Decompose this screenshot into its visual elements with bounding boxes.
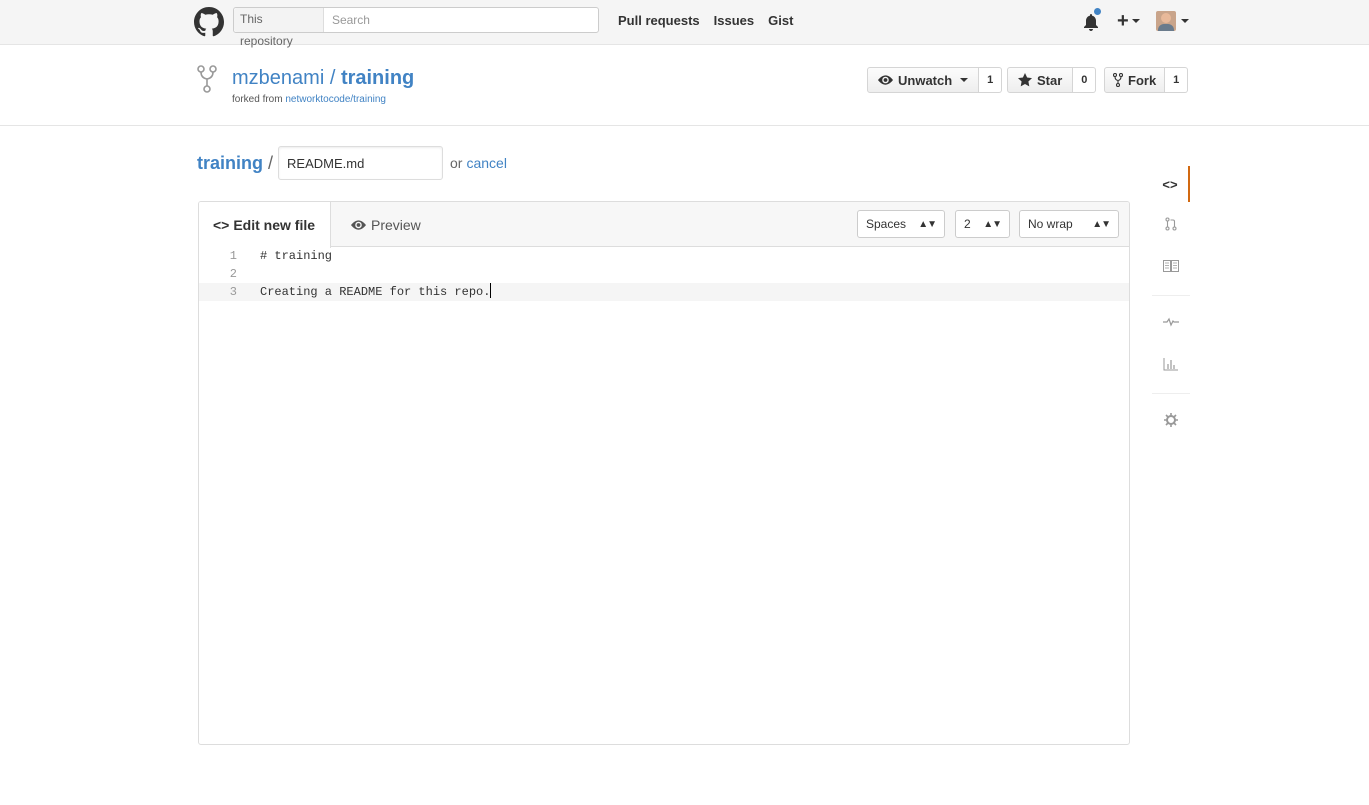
wrap-mode-value: No wrap: [1028, 217, 1073, 231]
unwatch-button[interactable]: Unwatch: [867, 67, 980, 93]
sidebar-item-settings[interactable]: [1152, 402, 1190, 438]
star-label: Star: [1037, 72, 1063, 88]
text-cursor: [490, 283, 492, 298]
forked-from-prefix: forked from: [232, 94, 286, 105]
create-new-dropdown[interactable]: +: [1117, 10, 1140, 33]
repo-title: mzbenami / training: [232, 67, 414, 90]
code-icon: <>: [212, 217, 230, 233]
notification-unread-dot: [1093, 7, 1102, 16]
repo-header: mzbenami / training forked from networkt…: [0, 45, 1369, 126]
user-menu[interactable]: [1140, 11, 1189, 31]
top-nav: Pull requests Issues Gist: [618, 13, 793, 28]
select-arrows-icon: ▲▼: [1092, 218, 1111, 230]
unwatch-label: Unwatch: [898, 72, 953, 88]
indent-size-value: 2: [964, 217, 971, 231]
select-arrows-icon: ▲▼: [983, 218, 1002, 230]
tab-edit-new-file[interactable]: <> Edit new file: [199, 202, 331, 248]
nav-gist[interactable]: Gist: [768, 13, 793, 28]
graphs-icon: [1163, 358, 1178, 371]
watch-count[interactable]: 1: [979, 67, 1003, 93]
star-button[interactable]: Star: [1007, 67, 1074, 93]
fork-icon: [1113, 73, 1123, 87]
repo-title-separator: /: [324, 67, 341, 89]
indent-mode-value: Spaces: [866, 217, 907, 231]
repo-owner-link[interactable]: mzbenami: [232, 67, 324, 89]
sidebar-item-wiki[interactable]: [1152, 248, 1190, 284]
pull-request-icon: [1165, 217, 1177, 231]
settings-icon: [1164, 413, 1178, 427]
breadcrumb-separator: /: [268, 152, 274, 173]
tab-edit-label: Edit new file: [233, 217, 316, 233]
sidebar-divider: [1152, 295, 1190, 296]
plus-icon: +: [1117, 9, 1129, 32]
sidebar-item-graphs[interactable]: [1152, 346, 1190, 382]
breadcrumb-repo-link[interactable]: training: [197, 153, 263, 174]
tab-preview-label: Preview: [371, 216, 421, 233]
site-header: This repository Pull requests Issues Gis…: [0, 0, 1369, 48]
line-number: 3: [229, 285, 237, 299]
search-box[interactable]: This repository: [233, 7, 599, 48]
eye-icon: [351, 219, 366, 230]
indent-mode-select[interactable]: Spaces ▲▼: [857, 210, 945, 238]
tab-preview[interactable]: Preview: [351, 202, 421, 247]
line-text: # training: [260, 249, 333, 263]
watch-button-group: Unwatch 1: [867, 67, 1003, 93]
line-text-wrapper: Creating a README for this repo.: [260, 283, 492, 301]
code-line-current[interactable]: 3 Creating a README for this repo.: [199, 283, 1129, 301]
forked-from-link[interactable]: networktocode/training: [285, 94, 386, 105]
repo-name-link[interactable]: training: [341, 67, 414, 89]
repo-forked-icon: [197, 65, 217, 93]
avatar: [1155, 11, 1176, 31]
github-logo-icon[interactable]: [194, 7, 224, 37]
sidebar-item-code[interactable]: <>: [1152, 166, 1190, 202]
star-count[interactable]: 0: [1073, 67, 1097, 93]
file-breadcrumb: training / or cancel: [197, 146, 507, 180]
sidebar-divider: [1152, 393, 1190, 394]
header-right: +: [1081, 6, 1189, 36]
search-scope-label: This repository: [234, 8, 324, 48]
wrap-mode-select[interactable]: No wrap ▲▼: [1019, 210, 1119, 238]
code-line[interactable]: 2: [199, 265, 1129, 283]
sidebar-item-pull-requests[interactable]: [1152, 206, 1190, 242]
nav-pull-requests[interactable]: Pull requests: [618, 13, 700, 28]
line-text: Creating a README for this repo.: [260, 285, 491, 299]
or-label: or: [450, 155, 463, 171]
code-line[interactable]: 1 # training: [199, 247, 1129, 265]
sidebar-item-pulse[interactable]: [1152, 304, 1190, 340]
eye-icon: [878, 75, 893, 85]
line-gutter: [199, 247, 250, 744]
search-input[interactable]: [323, 13, 598, 27]
code-editor-area[interactable]: 1 # training 2 3 Creating a README for t…: [199, 247, 1129, 744]
chevron-down-icon: [1131, 19, 1140, 23]
notifications-bell-icon[interactable]: [1081, 6, 1103, 36]
star-icon: [1018, 73, 1032, 87]
wiki-icon: [1163, 260, 1179, 272]
filename-input[interactable]: [278, 146, 444, 180]
chevron-down-icon: [960, 78, 969, 82]
editor-toolbar: <> Edit new file Preview Spaces ▲▼ 2 ▲▼ …: [199, 202, 1129, 248]
fork-button[interactable]: Fork: [1104, 67, 1166, 93]
fork-count[interactable]: 1: [1165, 67, 1189, 93]
forked-from: forked from networktocode/training: [232, 94, 386, 105]
line-number: 2: [229, 267, 237, 281]
nav-issues[interactable]: Issues: [714, 13, 754, 28]
star-button-group: Star 0: [1007, 67, 1097, 93]
chevron-down-icon: [1180, 19, 1189, 23]
select-arrows-icon: ▲▼: [918, 218, 937, 230]
code-icon: <>: [1162, 176, 1178, 192]
file-editor: <> Edit new file Preview Spaces ▲▼ 2 ▲▼ …: [198, 201, 1130, 745]
fork-button-group: Fork 1: [1104, 67, 1189, 93]
cancel-link[interactable]: cancel: [466, 155, 506, 171]
pulse-icon: [1163, 317, 1179, 327]
indent-size-select[interactable]: 2 ▲▼: [955, 210, 1010, 238]
line-number: 1: [229, 249, 237, 263]
repo-sidebar-nav: <>: [1152, 148, 1190, 453]
fork-label: Fork: [1128, 72, 1157, 88]
